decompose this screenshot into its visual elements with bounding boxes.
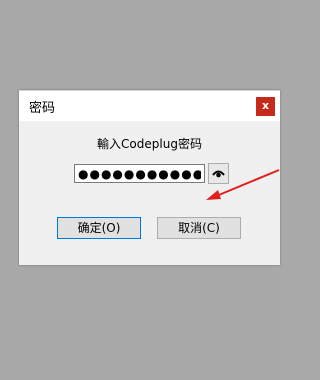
close-icon: x: [261, 99, 270, 112]
password-field[interactable]: [74, 164, 205, 183]
desktop-background: 密码 x 輸入Codeplug密码 确定(O) 取消(C): [0, 0, 280, 380]
cancel-button[interactable]: 取消(C): [157, 217, 241, 239]
red-arrow-annotation: [206, 169, 280, 200]
ok-button[interactable]: 确定(O): [57, 217, 141, 239]
password-prompt-label: 輸入Codeplug密码: [97, 137, 202, 151]
title-bar: 密码 x: [19, 91, 280, 121]
close-button[interactable]: x: [256, 97, 275, 116]
dialog-title: 密码: [29, 101, 56, 116]
